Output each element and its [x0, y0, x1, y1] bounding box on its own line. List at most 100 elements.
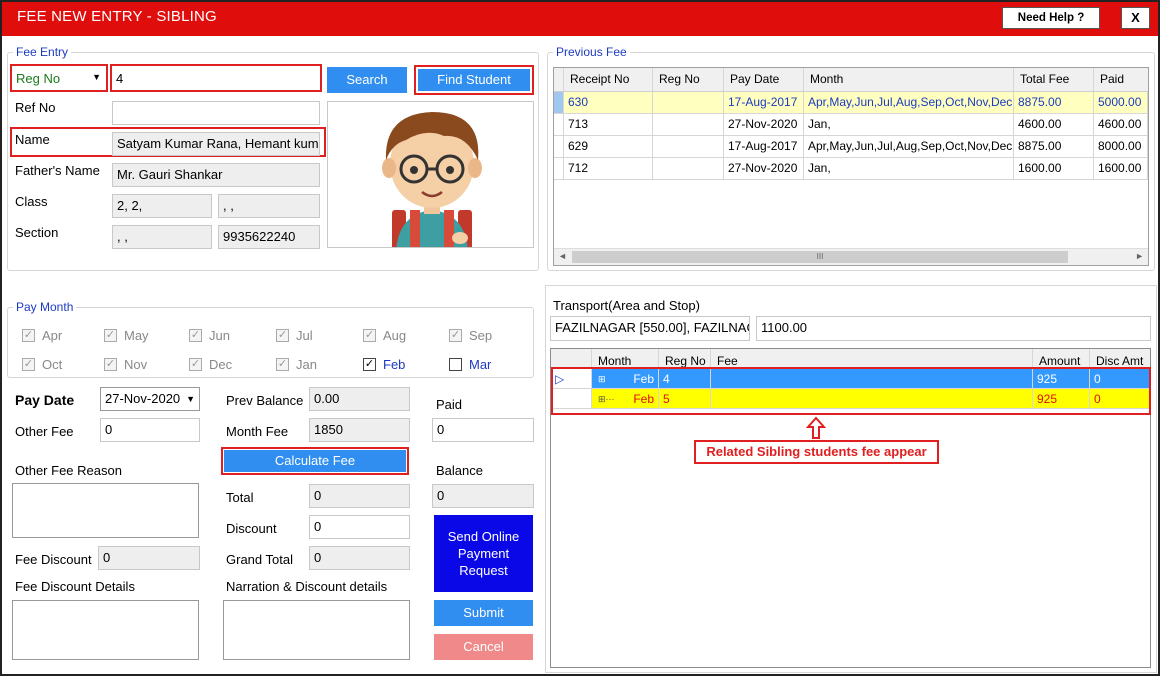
- prev-balance-field[interactable]: 0.00: [309, 387, 410, 411]
- transport-amount-field[interactable]: 1100.00: [756, 316, 1151, 341]
- col-reg-no[interactable]: Reg No: [659, 349, 711, 368]
- month-label: Dec: [209, 357, 233, 373]
- ref-no-label: Ref No: [15, 100, 56, 115]
- narration-textarea[interactable]: [223, 600, 410, 660]
- pay-date-value: 27-Nov-2020: [105, 391, 181, 406]
- month-label: Mar: [469, 357, 492, 373]
- class-label: Class: [15, 194, 48, 209]
- checkbox-icon[interactable]: [449, 358, 462, 372]
- month-checkbox-mar[interactable]: Mar: [449, 356, 491, 372]
- discount-label: Discount: [226, 521, 277, 536]
- month-label: May: [124, 328, 149, 344]
- table-row[interactable]: 630 17-Aug-2017 Apr,May,Jun,Jul,Aug,Sep,…: [554, 92, 1148, 114]
- col-month[interactable]: Month: [592, 349, 659, 368]
- table-row[interactable]: 712 27-Nov-2020 Jan, 1600.00 1600.00: [554, 158, 1148, 180]
- name-field[interactable]: Satyam Kumar Rana, Hemant kum: [112, 132, 320, 156]
- cell-date: 27-Nov-2020: [724, 114, 804, 136]
- need-help-button[interactable]: Need Help ?: [1002, 7, 1100, 29]
- month-fee-field[interactable]: 1850: [309, 418, 410, 442]
- checkbox-icon: ✓: [189, 329, 202, 343]
- paid-input[interactable]: 0: [432, 418, 534, 442]
- class-field-1[interactable]: 2, 2,: [112, 194, 212, 218]
- month-checkbox-sep: ✓ Sep: [449, 327, 492, 343]
- paid-label: Paid: [436, 397, 463, 412]
- scroll-right-icon[interactable]: ►: [1135, 251, 1144, 261]
- transport-area-field[interactable]: FAZILNAGAR [550.00], FAZILNAGA: [550, 316, 750, 341]
- cell-total: 8875.00: [1014, 92, 1094, 114]
- fee-discount-details-textarea[interactable]: [12, 600, 199, 660]
- cell-receipt: 713: [564, 114, 653, 136]
- table-row[interactable]: 629 17-Aug-2017 Apr,May,Jun,Jul,Aug,Sep,…: [554, 136, 1148, 158]
- section-field[interactable]: , ,: [112, 225, 212, 249]
- month-label: Apr: [42, 328, 63, 344]
- search-value-input[interactable]: 4: [110, 64, 322, 92]
- col-pay-date[interactable]: Pay Date: [724, 68, 804, 91]
- col-reg-no[interactable]: Reg No: [653, 68, 724, 91]
- calculate-fee-frame: Calculate Fee: [221, 447, 409, 475]
- fee-discount-details-label: Fee Discount Details: [15, 579, 135, 594]
- father-name-field[interactable]: Mr. Gauri Shankar: [112, 163, 320, 187]
- ref-no-input[interactable]: [112, 101, 320, 125]
- other-fee-input[interactable]: 0: [100, 418, 200, 442]
- checkbox-icon[interactable]: ✓: [363, 358, 376, 372]
- checkbox-icon: ✓: [189, 358, 202, 372]
- col-paid[interactable]: Paid: [1094, 68, 1148, 91]
- cell-receipt: 629: [564, 136, 653, 158]
- section-label: Section: [15, 225, 59, 240]
- name-label: Name: [15, 132, 50, 147]
- other-fee-reason-textarea[interactable]: [12, 483, 199, 538]
- month-checkbox-jan: ✓ Jan: [276, 356, 317, 372]
- find-student-button-frame: Find Student: [414, 65, 534, 95]
- table-row[interactable]: 713 27-Nov-2020 Jan, 4600.00 4600.00: [554, 114, 1148, 136]
- previous-fee-grid[interactable]: Receipt No Reg No Pay Date Month Total F…: [553, 67, 1149, 266]
- send-online-payment-button[interactable]: Send Online Payment Request: [434, 515, 533, 592]
- month-checkbox-nov: ✓ Nov: [104, 356, 147, 372]
- grand-total-field[interactable]: 0: [309, 546, 410, 570]
- cell-reg: [653, 92, 724, 114]
- grand-total-label: Grand Total: [226, 552, 293, 567]
- col-total-fee[interactable]: Total Fee: [1014, 68, 1094, 91]
- col-amount[interactable]: Amount: [1033, 349, 1090, 368]
- cell-receipt: 630: [564, 92, 653, 114]
- discount-input[interactable]: 0: [309, 515, 410, 539]
- calculate-fee-button[interactable]: Calculate Fee: [224, 450, 406, 472]
- month-label: Sep: [469, 328, 493, 344]
- month-checkbox-may: ✓ May: [104, 327, 149, 343]
- up-arrow-icon: [806, 416, 826, 439]
- total-field[interactable]: 0: [309, 484, 410, 508]
- col-disc-amt[interactable]: Disc Amt: [1090, 349, 1150, 368]
- month-checkbox-jul: ✓ Jul: [276, 327, 313, 343]
- cell-paid: 4600.00: [1094, 114, 1148, 136]
- chevron-down-icon[interactable]: ▼: [186, 394, 195, 404]
- search-by-dropdown[interactable]: Reg No ▼: [10, 64, 108, 92]
- phone-field[interactable]: 9935622240: [218, 225, 320, 249]
- month-checkbox-oct: ✓ Oct: [22, 356, 62, 372]
- narration-label: Narration & Discount details: [226, 579, 388, 594]
- col-receipt-no[interactable]: Receipt No: [564, 68, 653, 91]
- find-student-button[interactable]: Find Student: [418, 69, 530, 91]
- month-label: Aug: [383, 328, 407, 344]
- search-button[interactable]: Search: [327, 67, 407, 93]
- close-button[interactable]: X: [1121, 7, 1150, 29]
- cell-paid: 1600.00: [1094, 158, 1148, 180]
- student-avatar-icon: [382, 112, 482, 247]
- sibling-grid-header: Month Reg No Fee Amount Disc Amt: [551, 349, 1150, 369]
- checkbox-icon: ✓: [276, 329, 289, 343]
- pay-date-picker[interactable]: 27-Nov-2020 ▼: [100, 387, 200, 411]
- month-checkbox-feb[interactable]: ✓ Feb: [363, 356, 405, 372]
- transport-label: Transport(Area and Stop): [553, 298, 700, 313]
- balance-label: Balance: [436, 463, 483, 478]
- cell-month: Apr,May,Jun,Jul,Aug,Sep,Oct,Nov,Dec,: [804, 136, 1014, 158]
- col-fee[interactable]: Fee: [711, 349, 1033, 368]
- balance-field[interactable]: 0: [432, 484, 534, 508]
- other-fee-reason-label: Other Fee Reason: [15, 463, 122, 478]
- class-field-2[interactable]: , ,: [218, 194, 320, 218]
- cancel-button[interactable]: Cancel: [434, 634, 533, 660]
- col-month[interactable]: Month: [804, 68, 1014, 91]
- submit-button[interactable]: Submit: [434, 600, 533, 626]
- scrollbar-thumb[interactable]: III: [572, 251, 1068, 263]
- fee-discount-field[interactable]: 0: [98, 546, 200, 570]
- cell-total: 8875.00: [1014, 136, 1094, 158]
- scroll-left-icon[interactable]: ◄: [558, 251, 567, 261]
- horizontal-scrollbar[interactable]: ◄ III ►: [554, 248, 1148, 265]
